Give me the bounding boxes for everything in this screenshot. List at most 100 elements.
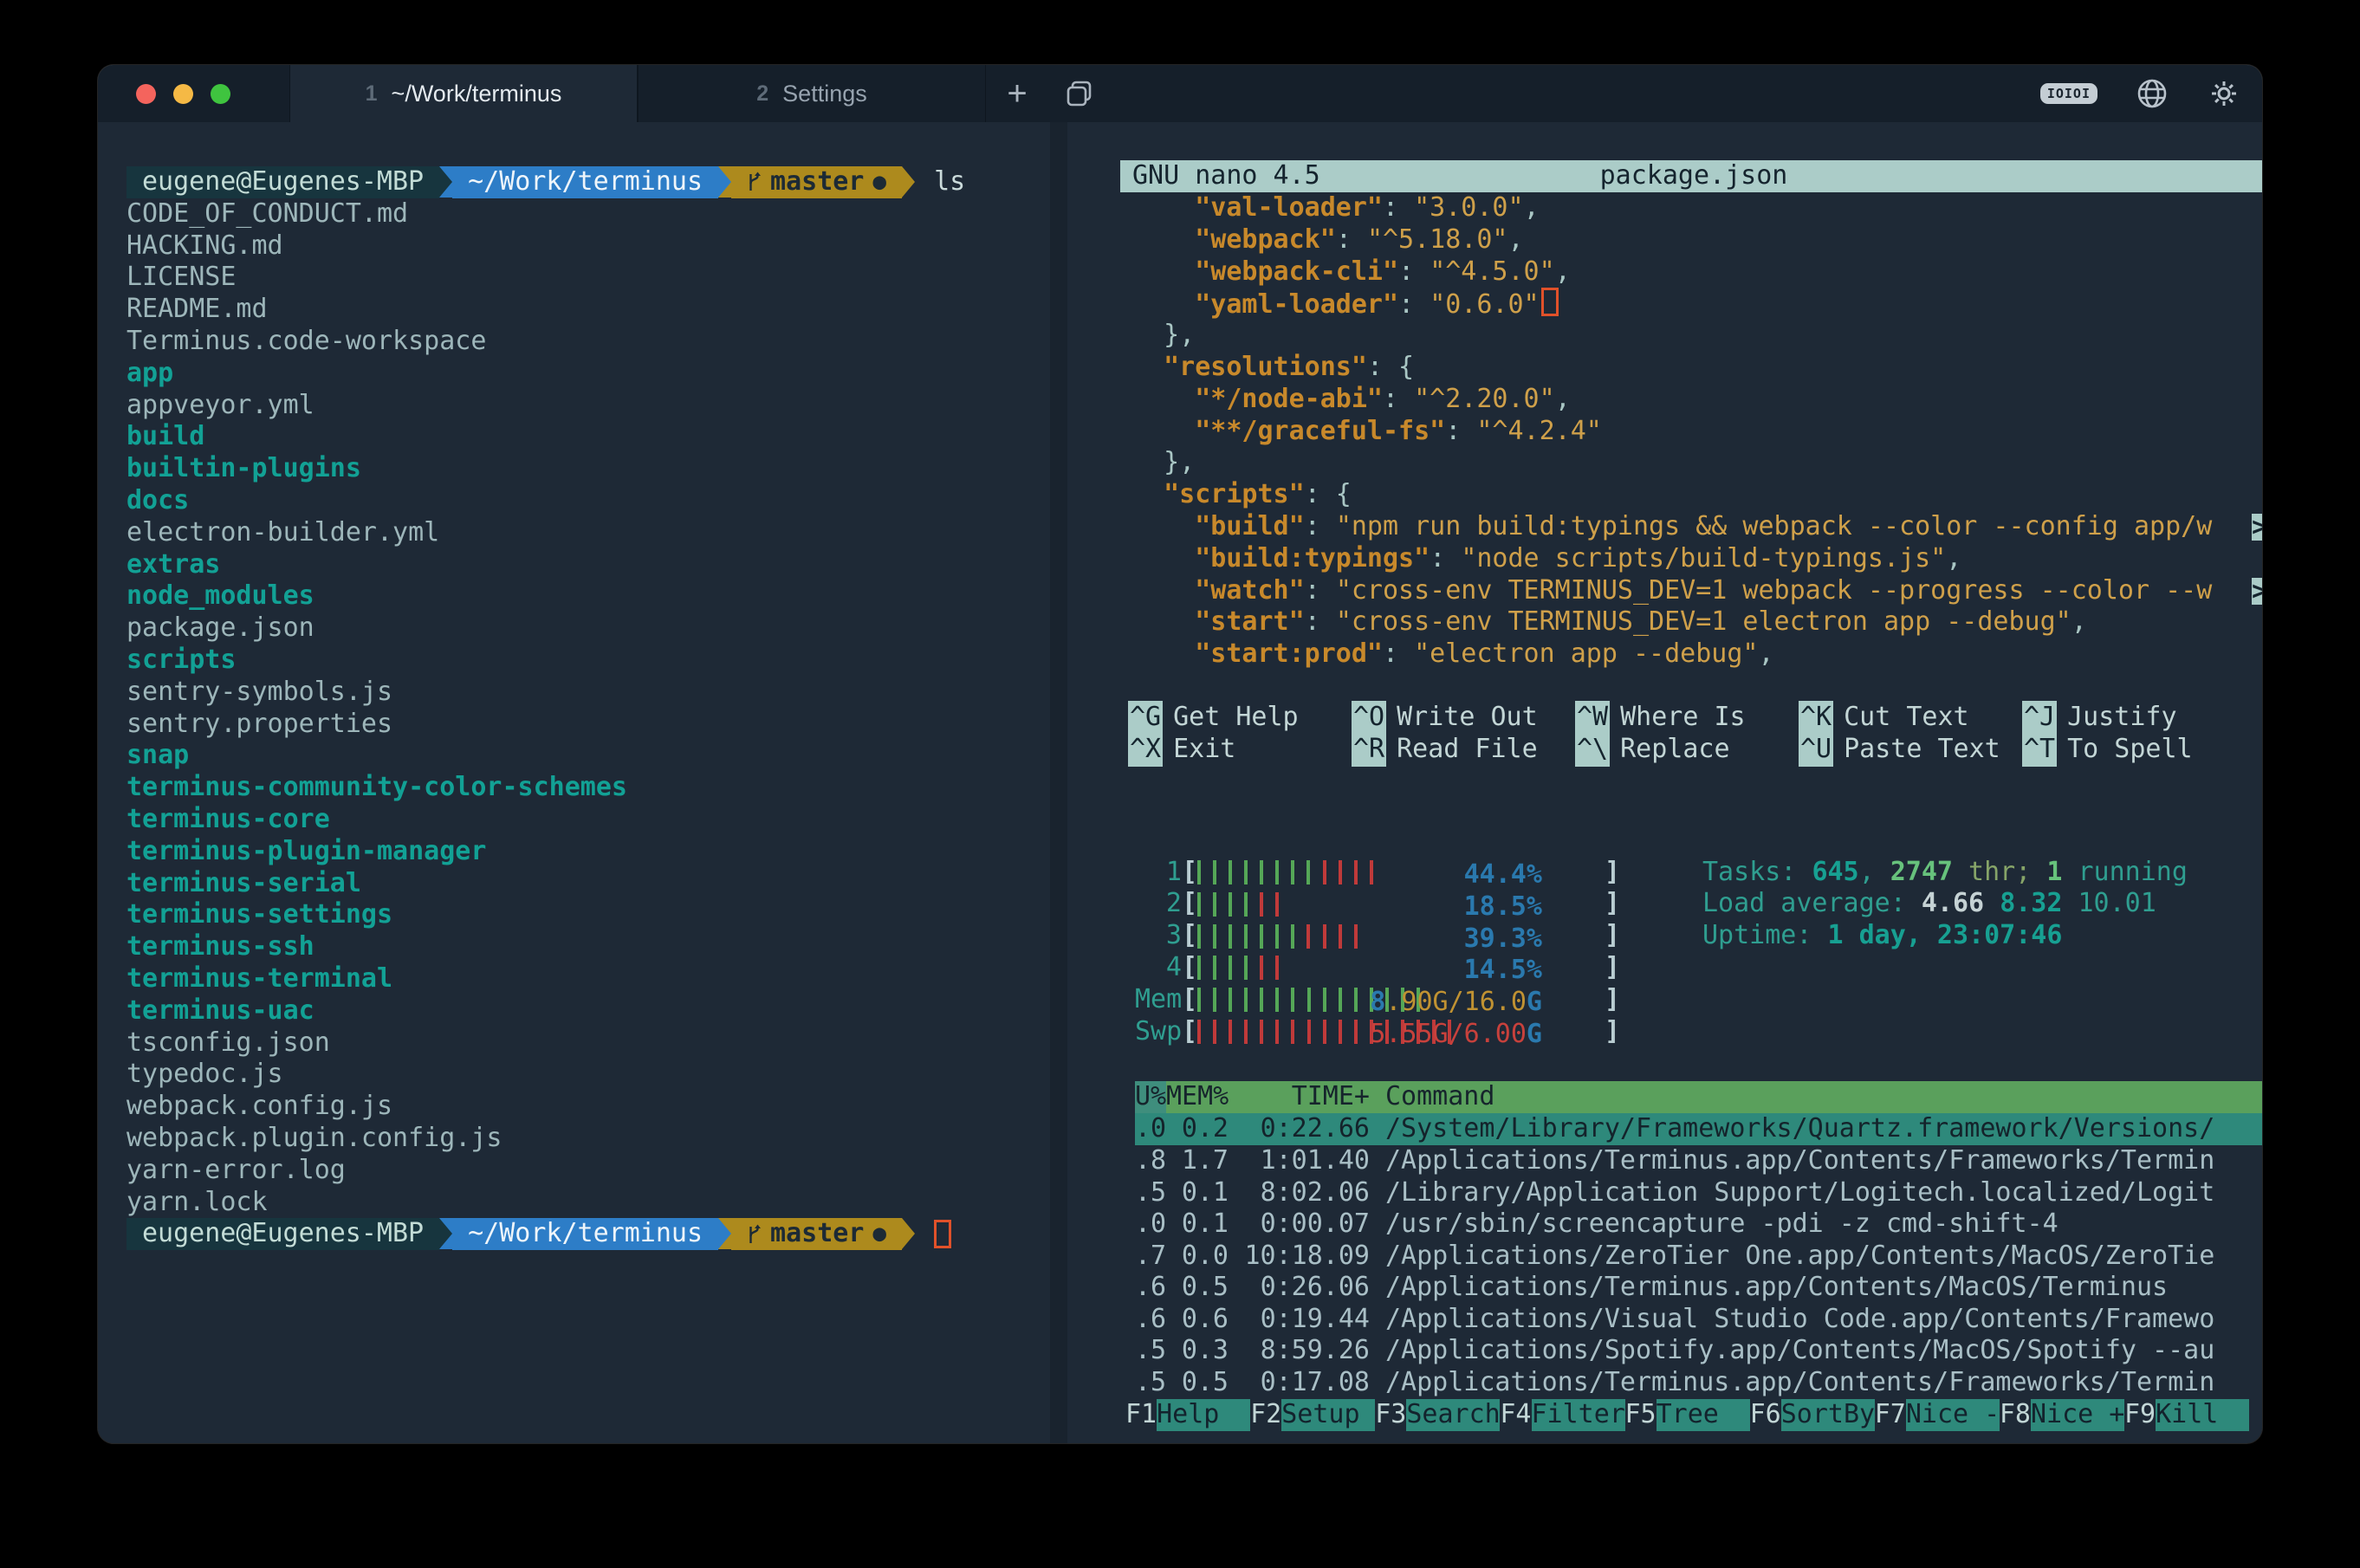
- green-bar: [1260, 860, 1263, 884]
- settings-gear-icon[interactable]: [2207, 76, 2241, 111]
- nano-shortcut[interactable]: ^UPaste Text: [1799, 734, 2022, 766]
- right-pane[interactable]: package.json GNU nano 4.5 "val-loader": …: [1067, 122, 2262, 1443]
- process-row[interactable]: .50.50:17.08/Applications/Terminus.app/C…: [1135, 1367, 2262, 1399]
- process-row[interactable]: .50.38:59.26/Applications/Spotify.app/Co…: [1135, 1335, 2262, 1367]
- red-bar: [1275, 892, 1279, 917]
- cell-time: 8:59.26: [1229, 1335, 1370, 1367]
- green-bar: [1197, 924, 1201, 949]
- text-span: 2747: [1890, 857, 1953, 887]
- line-continuation-marker: >: [2252, 514, 2262, 541]
- nano-shortcut[interactable]: ^XExit: [1128, 734, 1352, 766]
- new-tab-button[interactable]: +: [986, 65, 1048, 122]
- green-bar: [1260, 988, 1263, 1012]
- fkey-number: F1: [1125, 1399, 1157, 1431]
- fkey-button[interactable]: F8Nice +: [2000, 1399, 2124, 1431]
- nano-line: "resolutions": {: [1132, 352, 2262, 384]
- file-name: electron-builder.yml: [126, 517, 439, 548]
- process-row[interactable]: .70.010:18.09/Applications/ZeroTier One.…: [1135, 1241, 2262, 1273]
- text-span: :: [1305, 575, 1336, 606]
- pane-divider[interactable]: [1050, 122, 1067, 1443]
- red-bar: [1213, 1020, 1216, 1044]
- text-span: [1132, 384, 1195, 414]
- tab-index: 2: [756, 81, 768, 107]
- file-name: typedoc.js: [126, 1059, 283, 1089]
- cpu-meter: 2[18.5%]: [1135, 888, 1620, 920]
- cell-mem: 0.1: [1166, 1177, 1229, 1209]
- nano-shortcut[interactable]: ^\Replace: [1575, 734, 1799, 766]
- shortcut-label: Replace: [1620, 734, 1729, 766]
- text-span: "*/node-abi": [1195, 384, 1383, 414]
- fkey-action: Tree: [1657, 1399, 1750, 1431]
- git-branch-name: master: [770, 166, 864, 198]
- fkey-button[interactable]: F5Tree: [1625, 1399, 1750, 1431]
- ls-entry: build: [126, 421, 1050, 453]
- maximize-button[interactable]: [211, 84, 230, 104]
- terminal-cursor[interactable]: [934, 1220, 951, 1248]
- red-bar: [1354, 924, 1358, 949]
- nano-shortcut[interactable]: ^WWhere Is: [1575, 702, 1799, 734]
- serial-port-icon[interactable]: IOIOI: [2040, 83, 2097, 104]
- close-button[interactable]: [136, 84, 156, 104]
- nano-shortcut[interactable]: ^RRead File: [1352, 734, 1575, 766]
- meter-bars: 44.4%: [1197, 859, 1605, 885]
- fkey-number: F9: [2124, 1399, 2156, 1431]
- meter-value: 8.90G/16.0G: [1370, 987, 1542, 1013]
- nano-shortcut[interactable]: ^TTo Spell: [2022, 734, 2246, 766]
- nano-titlebar: package.json GNU nano 4.5: [1120, 160, 2262, 192]
- minimize-button[interactable]: [173, 84, 193, 104]
- cell-mem: 0.5: [1166, 1272, 1229, 1304]
- fkey-button[interactable]: F2Setup: [1250, 1399, 1375, 1431]
- nano-shortcut[interactable]: ^JJustify: [2022, 702, 2246, 734]
- terminal-pane[interactable]: eugene@Eugenes-MBP~/Work/terminusmaster●…: [98, 122, 1050, 1443]
- shortcut-row: ^GGet Help^OWrite Out^WWhere Is^KCut Tex…: [1128, 702, 2262, 734]
- green-bar: [1260, 924, 1263, 949]
- ls-entry: terminus-plugin-manager: [126, 836, 1050, 868]
- cell-mem: 0.1: [1166, 1208, 1229, 1241]
- nano-line: "build": "npm run build:typings && webpa…: [1132, 511, 2262, 543]
- fkey-button[interactable]: F6SortBy: [1750, 1399, 1875, 1431]
- powerline-arrow: [439, 1218, 452, 1249]
- process-row[interactable]: .60.50:26.06/Applications/Terminus.app/C…: [1135, 1272, 2262, 1304]
- cell-time: 1:01.40: [1229, 1145, 1370, 1177]
- tab-label: Settings: [782, 81, 867, 107]
- text-span: [1132, 256, 1195, 287]
- fkey-number: F7: [1875, 1399, 1906, 1431]
- fkey-button[interactable]: F4Filter: [1500, 1399, 1624, 1431]
- nano-shortcut[interactable]: ^GGet Help: [1128, 702, 1352, 734]
- text-span: 4.66: [1922, 888, 2000, 918]
- split-pane-icon[interactable]: [1048, 65, 1111, 122]
- meter-close-bracket: ]: [1605, 984, 1620, 1016]
- tab-settings[interactable]: 2 Settings: [638, 65, 986, 122]
- process-row[interactable]: .60.60:19.44/Applications/Visual Studio …: [1135, 1304, 2262, 1336]
- red-bar: [1260, 956, 1263, 980]
- nano-shortcut[interactable]: ^KCut Text: [1799, 702, 2022, 734]
- nano-shortcut[interactable]: ^OWrite Out: [1352, 702, 1575, 734]
- process-row[interactable]: .00.10:00.07/usr/sbin/screencapture -pdi…: [1135, 1208, 2262, 1241]
- fkey-button[interactable]: F7Nice -: [1875, 1399, 2000, 1431]
- fkey-button[interactable]: F1Help: [1125, 1399, 1250, 1431]
- cell-cpu: .5: [1135, 1335, 1166, 1367]
- meter-bars: 18.5%: [1197, 891, 1605, 917]
- meter-value-span: 18.5%: [1464, 891, 1542, 917]
- cell-mem: 0.5: [1166, 1367, 1229, 1399]
- fkey-action: Nice -: [1906, 1399, 2000, 1431]
- text-span: Tasks:: [1702, 857, 1812, 887]
- text-span: "resolutions": [1164, 352, 1367, 382]
- fkey-button[interactable]: F9Kill: [2124, 1399, 2249, 1431]
- meter-open-bracket: [: [1182, 984, 1197, 1016]
- shortcut-key: ^J: [2022, 701, 2057, 735]
- meter-value-span: G: [1527, 1019, 1542, 1045]
- nano-line: "watch": "cross-env TERMINUS_DEV=1 webpa…: [1132, 575, 2262, 607]
- process-row[interactable]: .00.20:22.66/System/Library/Frameworks/Q…: [1135, 1113, 2262, 1145]
- globe-icon[interactable]: [2136, 77, 2169, 110]
- text-span: ,: [1758, 638, 1773, 669]
- process-row[interactable]: .50.18:02.06/Library/Application Support…: [1135, 1177, 2262, 1209]
- text-span: : {: [1367, 352, 1414, 382]
- fkey-button[interactable]: F3Search: [1375, 1399, 1500, 1431]
- git-dirty-dot: ●: [872, 166, 886, 198]
- process-row[interactable]: .81.71:01.40/Applications/Terminus.app/C…: [1135, 1145, 2262, 1177]
- fkey-number: F2: [1250, 1399, 1281, 1431]
- text-span: 645: [1812, 857, 1858, 887]
- tab-work-terminus[interactable]: 1 ~/Work/terminus: [289, 65, 638, 122]
- nano-editor[interactable]: "val-loader": "3.0.0", "webpack": "^5.18…: [1120, 192, 2262, 671]
